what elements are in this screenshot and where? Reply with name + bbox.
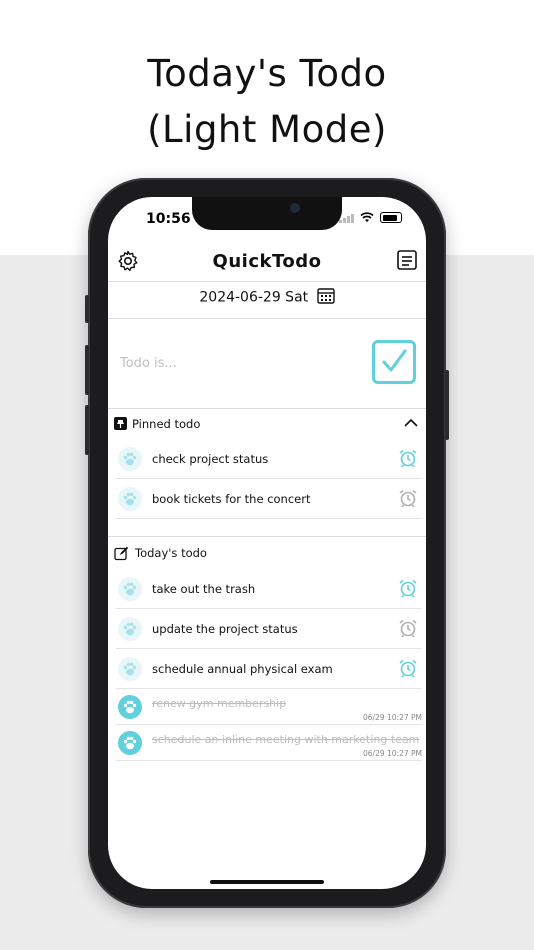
todo-text: schedule annual physical exam	[152, 662, 333, 676]
todo-text: take out the trash	[152, 582, 256, 596]
alarm-clock-icon[interactable]	[398, 448, 418, 472]
paw-checkbox-icon[interactable]	[118, 487, 142, 511]
section-divider	[108, 536, 426, 537]
paw-checkbox-icon[interactable]	[118, 447, 142, 471]
list-item[interactable]: update the project status	[116, 609, 422, 649]
today-section-header: Today's todo	[108, 538, 426, 568]
nav-bar: QuickTodo	[108, 245, 426, 281]
alarm-clock-icon[interactable]	[398, 578, 418, 602]
list-item[interactable]: book tickets for the concert	[116, 479, 422, 519]
list-item[interactable]: check project status	[116, 439, 422, 479]
divider	[108, 281, 426, 282]
paw-checked-icon[interactable]	[118, 695, 142, 719]
alarm-clock-icon[interactable]	[398, 658, 418, 682]
pinned-section-label: Pinned todo	[132, 417, 201, 431]
status-icons	[339, 212, 402, 223]
todo-text: renew gym membership	[152, 697, 287, 710]
row-divider	[116, 518, 422, 519]
alarm-clock-icon[interactable]	[398, 618, 418, 642]
edit-icon	[114, 546, 129, 564]
pin-icon	[114, 417, 127, 433]
completed-timestamp: 06/29 10:27 PM	[363, 749, 422, 758]
app-title: QuickTodo	[212, 251, 322, 272]
row-divider	[116, 760, 422, 761]
volume-down-button	[85, 405, 89, 455]
list-item[interactable]: schedule annual physical exam	[116, 649, 422, 689]
calendar-icon[interactable]	[316, 287, 335, 308]
home-indicator[interactable]	[210, 880, 324, 884]
pinned-section-header[interactable]: Pinned todo	[108, 409, 426, 439]
volume-up-button	[85, 345, 89, 395]
today-section-label: Today's todo	[135, 546, 207, 560]
todo-text: check project status	[152, 452, 269, 466]
battery-icon	[380, 212, 402, 223]
headline-line-2: (Light Mode)	[147, 108, 387, 151]
paw-checked-icon[interactable]	[118, 731, 142, 755]
phone-screen: 10:56 QuickTodo 2024-06-29 Sat Pinned	[108, 197, 426, 889]
paw-checkbox-icon[interactable]	[118, 657, 142, 681]
alarm-clock-icon[interactable]	[398, 488, 418, 512]
todo-text: update the project status	[152, 622, 298, 636]
completed-list-item[interactable]: schedule an inline meeting with marketin…	[116, 725, 422, 761]
power-button	[445, 370, 449, 440]
chevron-up-icon[interactable]	[404, 417, 418, 431]
wifi-icon	[360, 212, 374, 222]
todo-input[interactable]	[118, 348, 322, 378]
status-time: 10:56	[146, 211, 191, 227]
date-selector[interactable]: 2024-06-29 Sat	[108, 287, 426, 308]
dynamic-island	[192, 197, 342, 230]
memo-icon[interactable]	[396, 249, 418, 275]
paw-checkbox-icon[interactable]	[118, 617, 142, 641]
completed-timestamp: 06/29 10:27 PM	[363, 713, 422, 722]
completed-list-item[interactable]: renew gym membership 06/29 10:27 PM	[116, 689, 422, 725]
todo-text: schedule an inline meeting with marketin…	[152, 733, 420, 746]
camera	[290, 203, 300, 213]
checkmark-icon	[382, 349, 407, 372]
add-todo-button[interactable]	[372, 340, 416, 384]
signal-icon	[339, 213, 354, 223]
paw-checkbox-icon[interactable]	[118, 577, 142, 601]
divider	[108, 318, 426, 319]
todo-input-area	[108, 320, 426, 408]
todo-text: book tickets for the concert	[152, 492, 311, 506]
date-label: 2024-06-29 Sat	[199, 289, 309, 306]
list-item[interactable]: take out the trash	[116, 569, 422, 609]
mute-switch	[85, 295, 89, 323]
headline-line-1: Today's Todo	[147, 52, 387, 95]
